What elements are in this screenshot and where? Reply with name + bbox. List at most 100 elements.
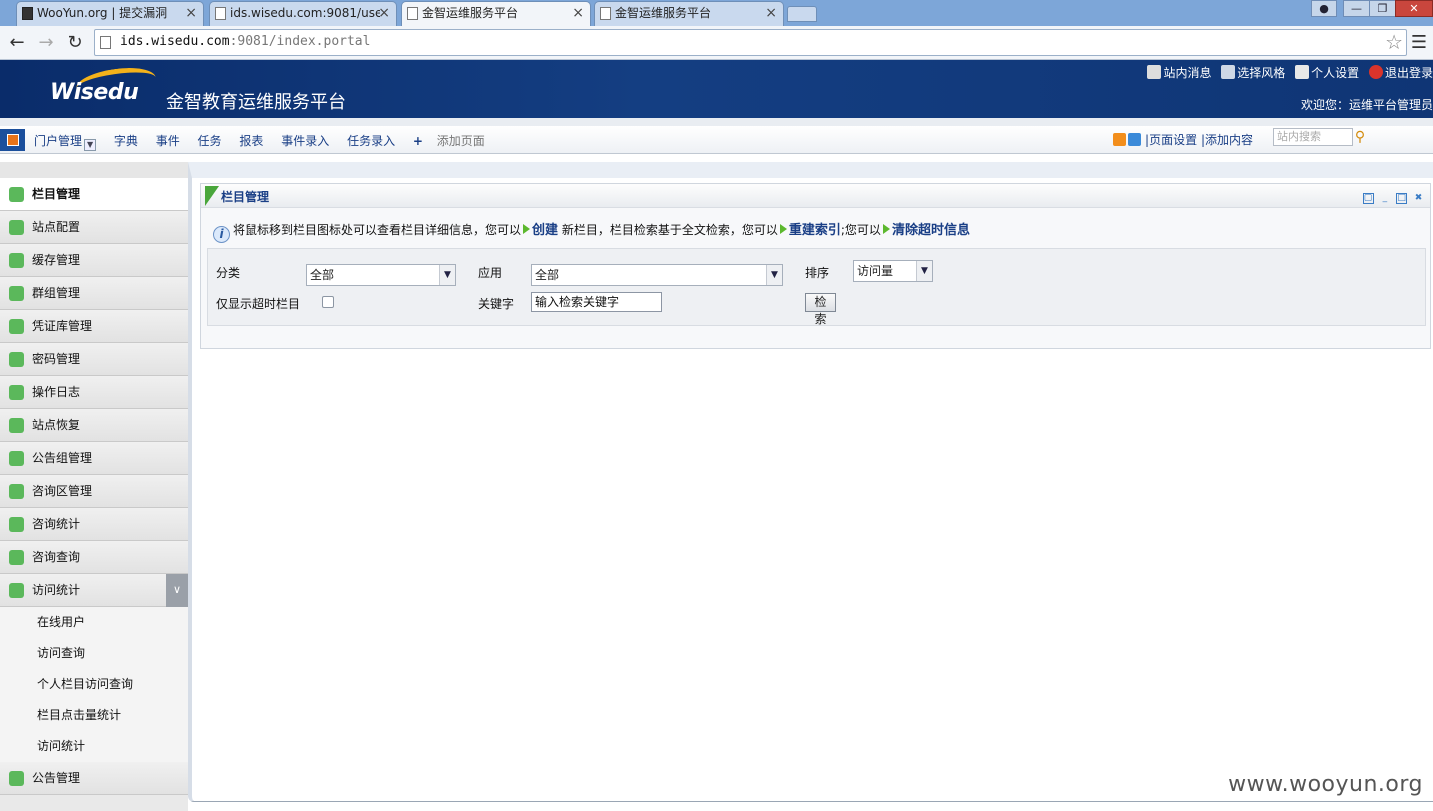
sidebar-item-operation-log[interactable]: 操作日志 (0, 376, 188, 409)
edit-portlet-icon[interactable]: ▢ (1362, 193, 1374, 204)
sidebar-item-notice-management[interactable]: 公告管理 (0, 762, 188, 795)
browser-tab-ids[interactable]: ids.wisedu.com:9081/use × (209, 1, 397, 26)
close-portlet-icon[interactable]: ✖ (1413, 193, 1424, 204)
page-settings-link[interactable]: 页面设置 (1149, 133, 1197, 147)
sidebar-item-notice-groups[interactable]: 公告组管理 (0, 442, 188, 475)
collapse-chevron-icon[interactable]: ∨ (166, 574, 188, 607)
create-column-link[interactable]: 创建 (532, 223, 558, 238)
browser-menu-icon[interactable]: ☰ (1407, 31, 1431, 55)
chevron-down-icon: ▼ (916, 261, 932, 281)
restore-window-icon[interactable]: ❐ (1369, 0, 1396, 17)
page-icon (600, 7, 611, 20)
category-select[interactable]: 全部 ▼ (306, 264, 456, 286)
menu-task-entry[interactable]: 任务录入 (347, 132, 395, 149)
tab-close-icon[interactable]: × (572, 2, 584, 24)
menu-label: 门户管理 (34, 134, 83, 148)
site-title: 金智教育运维服务平台 (166, 92, 346, 113)
app-select[interactable]: 全部 ▼ (531, 264, 783, 286)
sidebar-subitem-visit-query[interactable]: 访问查询 (0, 638, 188, 669)
green-square-icon (9, 451, 24, 466)
green-square-icon (9, 187, 24, 202)
tab-title: ids.wisedu.com:9081/use (230, 6, 380, 20)
theme-link[interactable]: 选择风格 (1221, 64, 1285, 81)
forward-arrow-icon[interactable]: → (34, 31, 58, 55)
keyword-input[interactable]: 输入检索关键字 (531, 292, 662, 312)
chevron-down-icon: ▼ (439, 265, 455, 285)
minimize-window-icon[interactable]: — (1343, 0, 1370, 17)
green-square-icon (9, 418, 24, 433)
page-icon (407, 7, 418, 20)
sidebar-item-consult-area[interactable]: 咨询区管理 (0, 475, 188, 508)
browser-tab-4[interactable]: 金智运维服务平台 × (594, 1, 784, 26)
sidebar-subitem-column-clicks[interactable]: 栏目点击量统计 (0, 700, 188, 731)
sidebar-item-site-config[interactable]: 站点配置 (0, 211, 188, 244)
home-icon[interactable] (0, 129, 25, 151)
bookmark-star-icon[interactable]: ☆ (1385, 30, 1403, 54)
browser-tab-active[interactable]: 金智运维服务平台 × (401, 1, 591, 27)
tab-close-icon[interactable]: × (378, 2, 390, 24)
sidebar-item-cache[interactable]: 缓存管理 (0, 244, 188, 277)
url-path: :9081/index.portal (229, 34, 371, 49)
sidebar-item-consult-stats[interactable]: 咨询统计 (0, 508, 188, 541)
clear-timeout-link[interactable]: 清除超时信息 (892, 223, 970, 238)
portlet-header: 栏目管理 ▢ _ □ ✖ (201, 184, 1430, 208)
green-square-icon (9, 220, 24, 235)
tab-title: 金智运维服务平台 (422, 6, 519, 20)
menu-tasks[interactable]: 任务 (198, 132, 222, 149)
wisedu-logo: Wisedu (50, 80, 139, 105)
sidebar-item-column-management[interactable]: 栏目管理 (0, 178, 188, 211)
sidebar-subitem-visit-stats[interactable]: 访问统计 (0, 731, 188, 762)
green-square-icon (9, 771, 24, 786)
tab-close-icon[interactable]: × (185, 2, 197, 24)
rss-icon[interactable] (1113, 133, 1127, 146)
add-page-plus-icon[interactable]: + (413, 134, 423, 148)
add-content-link[interactable]: 添加内容 (1205, 133, 1253, 147)
filter-form: 分类 全部 ▼ 应用 全部 ▼ 排序 访问量 ▼ 仅显示超时栏目 关键字 输入检索关键… (207, 248, 1426, 326)
personal-settings-link[interactable]: 个人设置 (1295, 64, 1359, 81)
messages-label: 站内消息 (1163, 66, 1212, 80)
site-search-input[interactable]: 站内搜索 (1273, 128, 1353, 146)
sidebar-item-label: 操作日志 (32, 385, 81, 399)
reload-icon[interactable]: ↻ (63, 31, 87, 55)
green-square-icon (9, 517, 24, 532)
sidebar-item-credentials[interactable]: 凭证库管理 (0, 310, 188, 343)
address-bar[interactable]: ids.wisedu.com:9081/index.portal ☆ (94, 29, 1407, 56)
search-button[interactable]: 检 索 (805, 293, 836, 326)
close-window-icon[interactable]: ✕ (1395, 0, 1433, 17)
power-icon (1368, 65, 1383, 79)
new-tab-button[interactable] (787, 6, 817, 22)
messages-link[interactable]: 站内消息 (1147, 64, 1211, 81)
chevron-down-icon[interactable]: ▼ (84, 139, 97, 151)
rebuild-index-link[interactable]: 重建索引 (789, 223, 841, 238)
profile-icon[interactable]: ● (1311, 0, 1337, 17)
sidebar-item-label: 凭证库管理 (32, 319, 93, 333)
sidebar-item-visit-stats[interactable]: 访问统计 ∨ (0, 574, 188, 607)
maximize-portlet-icon[interactable]: □ (1396, 193, 1408, 204)
sidebar-item-passwords[interactable]: 密码管理 (0, 343, 188, 376)
sidebar-item-site-restore[interactable]: 站点恢复 (0, 409, 188, 442)
back-arrow-icon[interactable]: ← (5, 31, 29, 55)
browser-tab-wooyun[interactable]: WooYun.org | 提交漏洞 × (16, 1, 204, 26)
search-icon[interactable]: ⚲ (1351, 128, 1369, 146)
green-square-icon (9, 550, 24, 565)
sidebar-item-consult-query[interactable]: 咨询查询 (0, 541, 188, 574)
tab-title: WooYun.org | 提交漏洞 (37, 6, 168, 20)
menu-add-page[interactable]: 添加页面 (437, 132, 485, 149)
sidebar-subitem-online-users[interactable]: 在线用户 (0, 607, 188, 638)
menu-events[interactable]: 事件 (156, 132, 180, 149)
menu-dictionary[interactable]: 字典 (114, 132, 138, 149)
green-square-icon (9, 286, 24, 301)
sidebar-subitem-personal-column-query[interactable]: 个人栏目访问查询 (0, 669, 188, 700)
menu-portal-management[interactable]: 门户管理 ▼ (34, 132, 97, 151)
sidebar-item-groups[interactable]: 群组管理 (0, 277, 188, 310)
timeout-only-checkbox[interactable] (322, 296, 334, 308)
timeout-only-label: 仅显示超时栏目 (216, 297, 301, 311)
minimize-portlet-icon[interactable]: _ (1379, 193, 1390, 204)
menu-reports[interactable]: 报表 (239, 132, 263, 149)
menu-event-entry[interactable]: 事件录入 (281, 132, 329, 149)
mail-icon[interactable] (1128, 133, 1142, 146)
logout-link[interactable]: 退出登录 (1368, 64, 1433, 81)
tab-close-icon[interactable]: × (765, 2, 777, 24)
sort-select[interactable]: 访问量 ▼ (853, 260, 933, 282)
page-icon (100, 36, 111, 49)
